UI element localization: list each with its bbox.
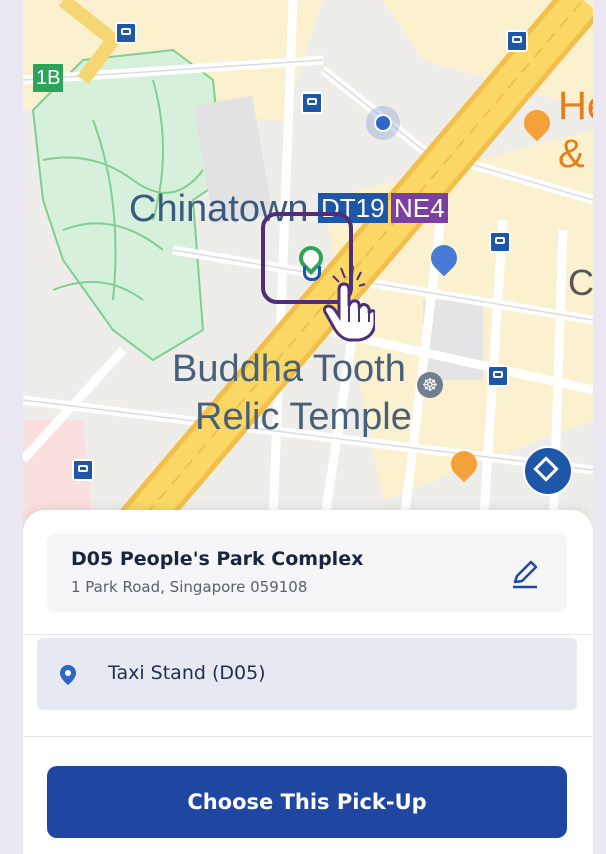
pickup-sheet: D05 People's Park Complex 1 Park Road, S…: [23, 510, 593, 854]
bus-stop-icon[interactable]: [115, 22, 137, 44]
pickup-address: 1 Park Road, Singapore 059108: [71, 578, 308, 596]
bus-stop-icon[interactable]: [506, 30, 528, 52]
bus-stop-icon[interactable]: [489, 231, 511, 253]
edit-address-button[interactable]: [507, 556, 543, 592]
bus-stop-icon[interactable]: [487, 365, 509, 387]
bus-stop-icon[interactable]: [72, 459, 94, 481]
directions-icon: [533, 456, 559, 482]
location-pin-icon: [60, 665, 76, 685]
poi-label-partial: &: [558, 132, 585, 176]
divider: [23, 634, 593, 635]
current-location-icon: [366, 106, 400, 140]
temple-icon[interactable]: ☸: [417, 372, 443, 398]
mrt-code-ne: NE4: [391, 193, 448, 223]
pickup-option-label: Taxi Stand (D05): [108, 662, 266, 684]
street-label-partial: C: [568, 262, 593, 303]
tap-hand-icon: [322, 265, 375, 342]
mrt-exit-badge: 1B: [33, 64, 64, 92]
pencil-icon: [513, 560, 538, 589]
app-screen: 1B ☸ He & C Chinatown DT19 NE4 Buddha To…: [23, 0, 593, 854]
recenter-button[interactable]: [523, 446, 573, 496]
divider: [23, 736, 593, 737]
pickup-address-card[interactable]: D05 People's Park Complex 1 Park Road, S…: [47, 534, 567, 612]
map-view[interactable]: 1B ☸ He & C Chinatown DT19 NE4 Buddha To…: [23, 0, 593, 530]
bus-stop-icon[interactable]: [301, 92, 323, 114]
map-label-temple-line1: Buddha Tooth: [172, 348, 406, 390]
pickup-option-taxi-stand[interactable]: Taxi Stand (D05): [37, 638, 577, 710]
pickup-title: D05 People's Park Complex: [71, 548, 364, 570]
choose-pickup-button[interactable]: Choose This Pick-Up: [47, 766, 567, 838]
poi-label-partial: He: [558, 84, 593, 128]
map-label-temple-line2: Relic Temple: [195, 396, 412, 438]
